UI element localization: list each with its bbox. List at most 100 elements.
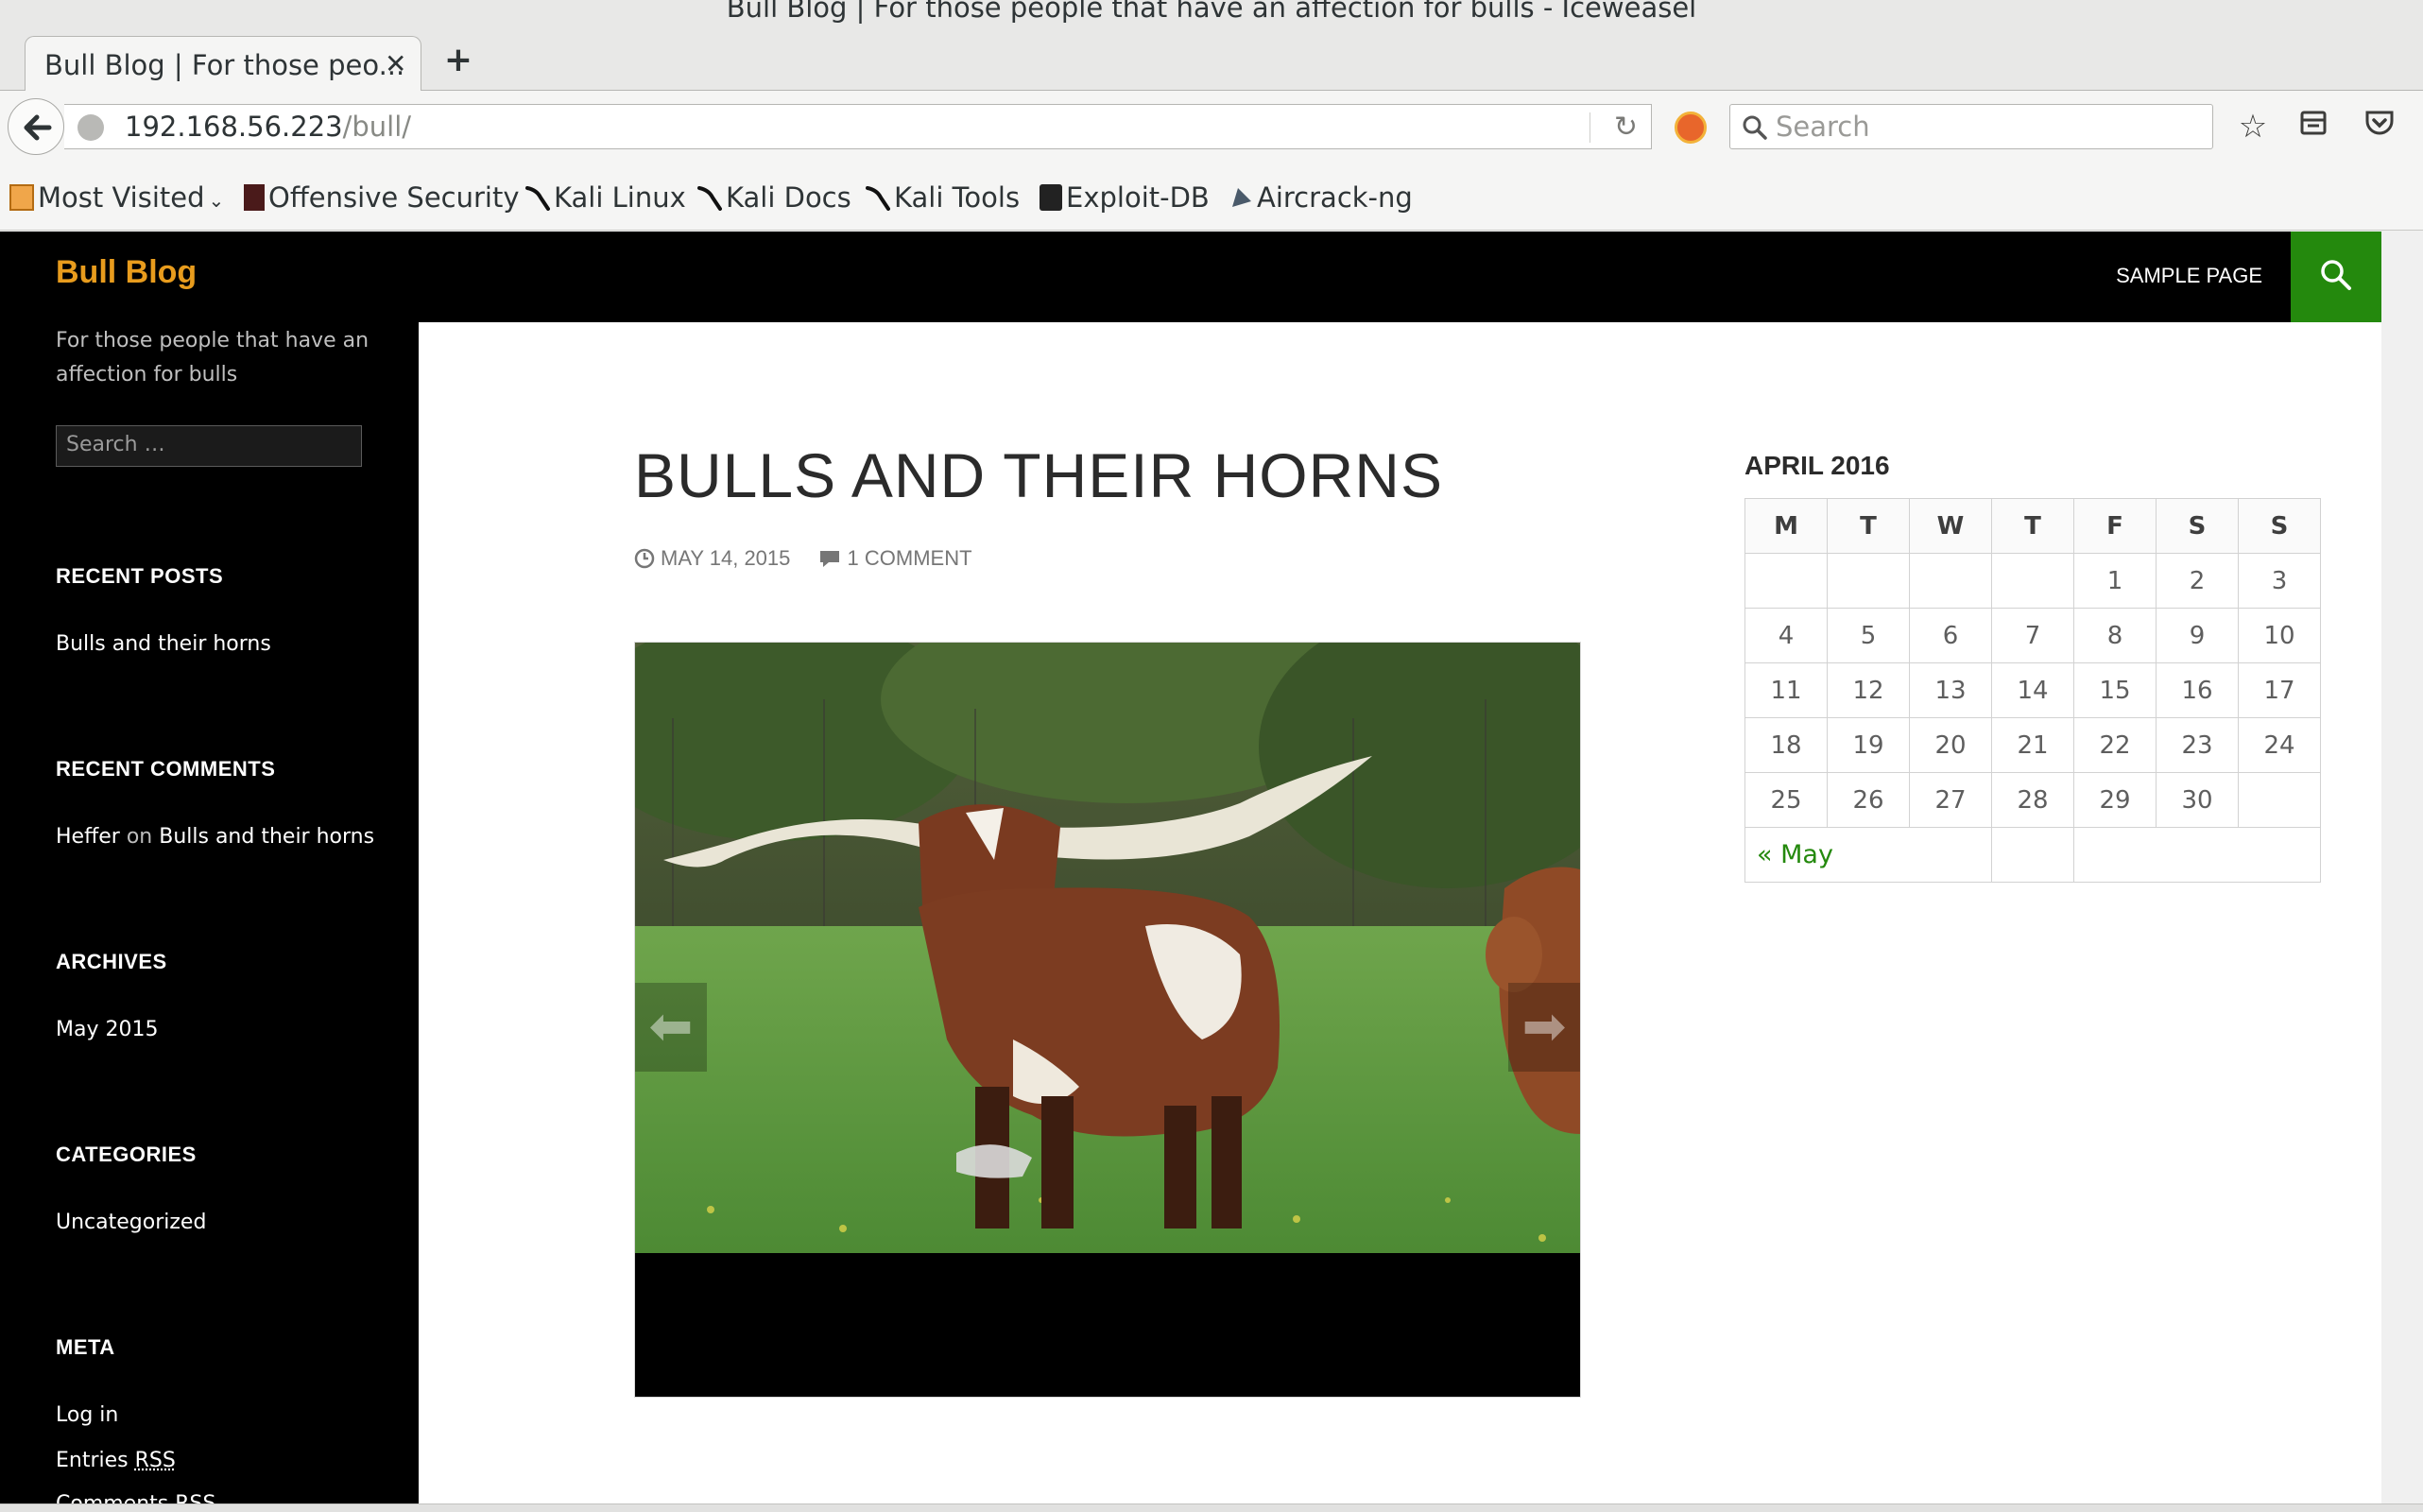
calendar-day: 1 bbox=[2073, 553, 2157, 609]
calendar-nav-spacer bbox=[1991, 827, 2074, 883]
calendar-day: 11 bbox=[1744, 662, 1828, 718]
calendar-day bbox=[1744, 553, 1828, 609]
category-link[interactable]: Uncategorized bbox=[56, 1211, 206, 1234]
calendar-day: 17 bbox=[2238, 662, 2321, 718]
calendar-prev-month-link[interactable]: « May bbox=[1744, 827, 1992, 883]
post-comments-link[interactable]: 1 COMMENT bbox=[817, 546, 972, 571]
calendar-day bbox=[1991, 553, 2074, 609]
recent-comments-heading: RECENT COMMENTS bbox=[56, 757, 276, 781]
archives-heading: ARCHIVES bbox=[56, 950, 167, 973]
calendar-day: 12 bbox=[1827, 662, 1910, 718]
calendar-day: 10 bbox=[2238, 608, 2321, 663]
calendar-next-month-empty bbox=[2073, 827, 2321, 883]
calendar-week-row: 18 19 20 21 22 23 24 bbox=[1744, 717, 2321, 773]
calendar-day: 16 bbox=[2156, 662, 2239, 718]
calendar-day: 15 bbox=[2073, 662, 2157, 718]
url-text[interactable]: 192.168.56.223/bull/ bbox=[125, 111, 411, 143]
tab-label: Bull Blog | For those peo... bbox=[44, 49, 405, 81]
arrow-right-icon: ➡ bbox=[1521, 996, 1567, 1057]
calendar-nav-row: « May bbox=[1744, 827, 2321, 883]
calendar-day: 24 bbox=[2238, 717, 2321, 773]
calendar-day: 18 bbox=[1744, 717, 1828, 773]
calendar-header-row: M T W T F S S bbox=[1744, 498, 2321, 554]
calendar-day: 14 bbox=[1991, 662, 2074, 718]
sidebar-search-input[interactable]: Search … bbox=[56, 425, 362, 467]
bookmark-label: Offensive Security bbox=[268, 181, 520, 214]
bookmark-exploit-db[interactable]: Exploit-DB bbox=[1040, 181, 1210, 214]
bookmark-aircrack-ng[interactable]: Aircrack-ng bbox=[1229, 181, 1413, 214]
post-title[interactable]: BULLS AND THEIR HORNS bbox=[634, 439, 1443, 511]
address-bar[interactable]: 192.168.56.223/bull/ ↻ bbox=[64, 104, 1652, 149]
calendar-day-header: T bbox=[1991, 498, 2074, 554]
calendar-day: 2 bbox=[2156, 553, 2239, 609]
gallery-prev-button[interactable]: ⬅ bbox=[635, 983, 707, 1072]
comment-post-link[interactable]: Bulls and their horns bbox=[159, 825, 374, 849]
categories-heading: CATEGORIES bbox=[56, 1143, 197, 1166]
bookmark-most-visited[interactable]: Most Visited ⌄ bbox=[9, 181, 224, 214]
recent-comment-item: Heffer on Bulls and their horns bbox=[56, 825, 374, 849]
calendar-day: 23 bbox=[2156, 717, 2239, 773]
search-placeholder: Search … bbox=[66, 433, 165, 456]
search-icon bbox=[1743, 115, 1767, 140]
bookmark-star-icon[interactable]: ☆ bbox=[2234, 108, 2272, 146]
bookmark-label: Aircrack-ng bbox=[1257, 181, 1413, 214]
search-bar[interactable]: Search bbox=[1729, 104, 2213, 149]
search-toggle-button[interactable] bbox=[2291, 232, 2381, 322]
calendar-day: 4 bbox=[1744, 608, 1828, 663]
login-link[interactable]: Log in bbox=[56, 1403, 118, 1427]
calendar-widget: M T W T F S S 1 2 3 4 5 6 7 8 9 10 11 12… bbox=[1744, 498, 2321, 883]
aircrack-icon bbox=[1229, 184, 1253, 211]
post-date: MAY 14, 2015 bbox=[661, 546, 791, 570]
navigation-toolbar: 192.168.56.223/bull/ ↻ Search ☆ bbox=[0, 91, 2423, 166]
meta-heading: META bbox=[56, 1335, 115, 1359]
site-header: SAMPLE PAGE bbox=[419, 232, 2381, 322]
calendar-day-header: S bbox=[2156, 498, 2239, 554]
calendar-day bbox=[2238, 772, 2321, 828]
recent-post-link[interactable]: Bulls and their horns bbox=[56, 632, 271, 656]
page-right-margin bbox=[2381, 232, 2423, 1503]
calendar-day-header: W bbox=[1909, 498, 1992, 554]
sidebar: Bull Blog For those people that have an … bbox=[0, 232, 419, 1503]
rss-abbr: RSS bbox=[134, 1449, 176, 1472]
bookmark-label: Kali Docs bbox=[726, 181, 851, 214]
new-tab-button[interactable]: + bbox=[442, 42, 474, 79]
window-title: Bull Blog | For those people that have a… bbox=[726, 0, 1697, 24]
calendar-day: 13 bbox=[1909, 662, 1992, 718]
calendar-day-header: F bbox=[2073, 498, 2157, 554]
calendar-day: 9 bbox=[2156, 608, 2239, 663]
nav-sample-page[interactable]: SAMPLE PAGE bbox=[2116, 264, 2262, 288]
search-icon bbox=[2321, 260, 2351, 290]
calendar-day: 21 bbox=[1991, 717, 2074, 773]
bookmark-offensive-security[interactable]: Offensive Security bbox=[244, 181, 520, 214]
comment-icon bbox=[819, 551, 839, 567]
site-identity-icon[interactable] bbox=[77, 114, 104, 141]
calendar-day: 29 bbox=[2073, 772, 2157, 828]
tab-bull-blog[interactable]: Bull Blog | For those peo... ✕ bbox=[25, 36, 421, 92]
pocket-icon[interactable] bbox=[2361, 108, 2398, 146]
page-viewport: Bull Blog For those people that have an … bbox=[0, 232, 2423, 1503]
close-tab-icon[interactable]: ✕ bbox=[385, 48, 406, 79]
gallery-next-button[interactable]: ➡ bbox=[1508, 983, 1580, 1072]
calendar-day: 30 bbox=[2156, 772, 2239, 828]
calendar-week-row: 4 5 6 7 8 9 10 bbox=[1744, 608, 2321, 663]
calendar-day-header: T bbox=[1827, 498, 1910, 554]
extension-icon[interactable] bbox=[1675, 112, 1707, 144]
bookmark-kali-linux[interactable]: Kali Linux bbox=[525, 181, 686, 214]
bookmarks-menu-icon[interactable] bbox=[2294, 108, 2332, 146]
entries-rss-link[interactable]: Entries RSS bbox=[56, 1449, 176, 1472]
recent-posts-heading: RECENT POSTS bbox=[56, 564, 224, 588]
bookmark-kali-tools[interactable]: Kali Tools bbox=[866, 181, 1020, 214]
comment-author-link[interactable]: Heffer bbox=[56, 825, 120, 849]
comments-rss-link[interactable]: Comments RSS bbox=[56, 1492, 215, 1503]
calendar-day bbox=[1909, 553, 1992, 609]
bookmark-label: Exploit-DB bbox=[1066, 181, 1210, 214]
site-title[interactable]: Bull Blog bbox=[56, 254, 197, 291]
reload-icon[interactable]: ↻ bbox=[1614, 111, 1638, 144]
post-date-link[interactable]: MAY 14, 2015 bbox=[634, 546, 790, 571]
back-button[interactable] bbox=[8, 98, 64, 155]
bookmark-kali-docs[interactable]: Kali Docs bbox=[697, 181, 851, 214]
calendar-day: 6 bbox=[1909, 608, 1992, 663]
archive-link[interactable]: May 2015 bbox=[56, 1018, 158, 1041]
url-path: /bull/ bbox=[342, 111, 412, 143]
calendar-day-header: M bbox=[1744, 498, 1828, 554]
